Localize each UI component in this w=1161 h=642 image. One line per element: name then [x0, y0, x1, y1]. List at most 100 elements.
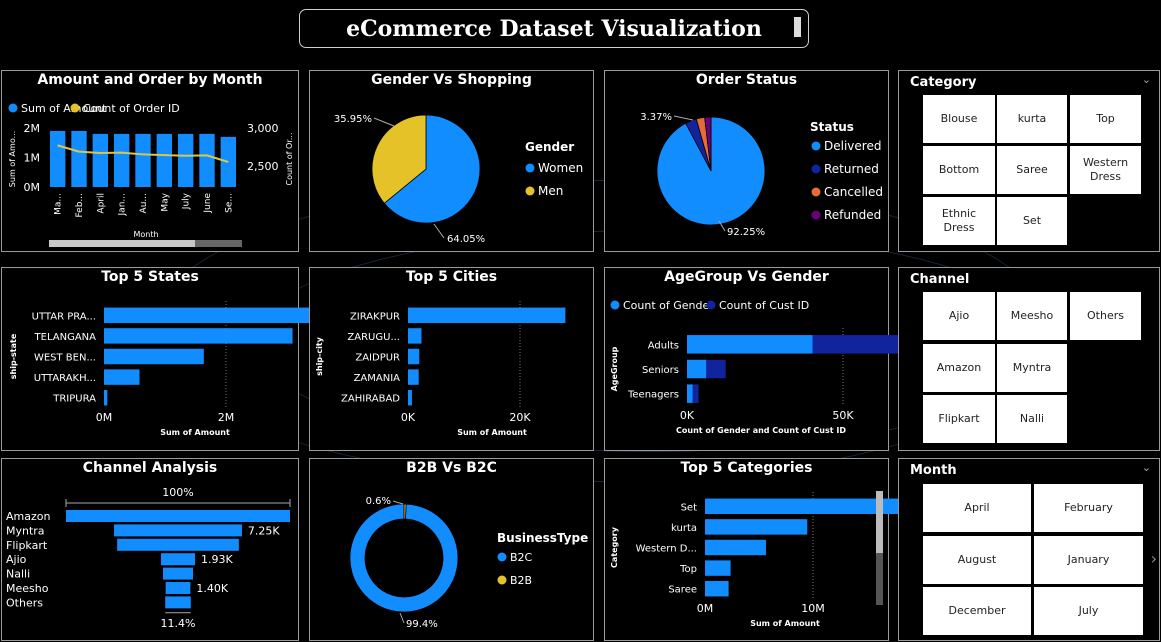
scrollbar-thumb [876, 491, 883, 553]
chart-top5-states[interactable]: Top 5 States 0M 2M UTTAR PRA... TELANGANA WE… [1, 267, 337, 451]
channel-option[interactable]: Flipkart [923, 395, 995, 443]
leader-line [373, 117, 395, 127]
funnel-bar [66, 510, 290, 522]
x-tick-label: June [203, 193, 213, 214]
y-tick-label: ZARUGU... [347, 332, 400, 343]
category-option[interactable]: Western Dress [1070, 146, 1141, 194]
funnel-category-label: Nalli [6, 568, 30, 581]
y2-axis-title: Count of Or... [285, 132, 294, 185]
month-option[interactable]: February [1034, 484, 1143, 532]
status-pie-svg: 92.25% 3.37% Status Delivered Returned Cancel… [640, 112, 883, 238]
scroll-indicator [794, 17, 801, 37]
states-bar-svg: 0M 2M UTTAR PRA... TELANGANA WEST BEN... UTTA… [9, 301, 337, 437]
x-tick-label: April [96, 193, 106, 214]
gender-pie-svg: 64.05% 35.95% Gender Women Men [334, 114, 583, 245]
bar [705, 519, 808, 535]
legend-label: B2B [510, 574, 532, 587]
legend-marker [811, 210, 821, 220]
month-option[interactable]: April [923, 484, 1031, 532]
x-tick-label: 2M [218, 411, 235, 424]
chevron-down-icon[interactable]: ⌄ [1142, 73, 1151, 86]
chart-order-status[interactable]: Order Status 92.25% 3.37% Status Delivered R… [604, 70, 889, 252]
slicer-channel[interactable]: Channel Ajio Meesho Others Amazon Myntra… [898, 267, 1160, 451]
scrollbar-thumb [49, 240, 195, 247]
chevron-right-icon[interactable]: › [1151, 549, 1157, 568]
page-title: eCommerce Dataset Visualization [346, 16, 762, 42]
x-tick-label: Ma... [54, 193, 64, 215]
leader-line [392, 500, 404, 505]
category-option[interactable]: kurta [997, 95, 1067, 143]
chart-channel-analysis[interactable]: Channel Analysis 100% Amazon Myntra 7.25K Fl… [1, 458, 299, 641]
legend-title: BusinessType [497, 531, 588, 545]
channel-option[interactable]: Ajio [923, 292, 995, 340]
channel-option[interactable]: Myntra [997, 344, 1067, 392]
bar [92, 133, 109, 187]
legend-label: B2C [510, 551, 533, 564]
funnel-bar [117, 538, 239, 551]
chart-top5-cities[interactable]: Top 5 Cities 0K 20K ZIRAKPUR ZARUGU... ZAIDP… [309, 267, 594, 451]
y-tick-label: kurta [671, 523, 697, 534]
y-tick-label: Teenagers [627, 390, 679, 401]
channel-option[interactable]: Amazon [923, 344, 995, 392]
chart-top5-categories[interactable]: Top 5 Categories 0M 10M Set kurta Western D.… [604, 458, 918, 641]
y-tick-label: Western D... [636, 544, 697, 555]
bar [104, 389, 108, 406]
y-tick-label: Set [681, 502, 698, 513]
chart-amount-order-month[interactable]: Amount and Order by Month Sum of Amount C… [1, 70, 299, 252]
month-option[interactable]: July [1034, 587, 1143, 635]
month-option[interactable]: December [923, 587, 1031, 635]
month-option[interactable]: August [923, 536, 1031, 584]
funnel-value-label: 1.40K [196, 582, 228, 595]
chart-gender-vs-shopping[interactable]: Gender Vs Shopping 64.05% 35.95% Gender Wom… [309, 70, 594, 252]
agegroup-bar-svg: Count of Gender Count of Cust ID 0K 50K Adul… [610, 299, 939, 435]
data-label: 92.25% [727, 227, 765, 238]
channel-option[interactable]: Nalli [997, 395, 1067, 443]
month-option[interactable]: January [1034, 536, 1143, 584]
chart-b2b-vs-b2c[interactable]: B2B Vs B2C 99.4% 0.6% BusinessType B2C B2B [309, 458, 594, 641]
bar [408, 307, 566, 324]
bar [705, 539, 766, 556]
y-tick-label: ZIRAKPUR [350, 311, 400, 322]
page-title-box: eCommerce Dataset Visualization [299, 9, 809, 48]
funnel-category-label: Flipkart [6, 539, 48, 552]
category-option[interactable]: Ethnic Dress [923, 197, 995, 245]
y-tick-label: Adults [648, 340, 679, 351]
data-label: 99.4% [406, 619, 438, 630]
chart-agegroup-gender[interactable]: AgeGroup Vs Gender Count of Gender Count … [604, 267, 939, 451]
category-option[interactable]: Blouse [923, 95, 995, 143]
chevron-down-icon[interactable]: ⌄ [1142, 461, 1151, 474]
data-label: 64.05% [447, 234, 485, 245]
x-tick-label: 50K [832, 409, 854, 422]
leader-line [399, 612, 405, 624]
channel-option[interactable]: Others [1070, 292, 1141, 340]
category-option[interactable]: Bottom [923, 146, 995, 194]
x-tick-label: May [160, 192, 170, 211]
leader-line [433, 223, 445, 239]
bar [156, 133, 173, 187]
channel-option[interactable]: Meesho [997, 292, 1067, 340]
bar [104, 348, 204, 365]
bar [199, 133, 215, 187]
legend-label: Men [538, 184, 563, 198]
legend-marker [70, 103, 80, 113]
slicer-month[interactable]: Month ⌄ April February August January De… [898, 458, 1160, 641]
category-option[interactable]: Set [997, 197, 1067, 245]
bar [706, 359, 726, 379]
category-option[interactable]: Saree [997, 146, 1067, 194]
bar [104, 307, 337, 324]
category-option[interactable]: Top [1070, 95, 1141, 143]
x-axis-title: Count of Gender and Count of Cust ID [676, 426, 846, 435]
legend-title: Gender [525, 140, 574, 154]
x-tick-label: 10M [801, 602, 825, 615]
bar [692, 384, 699, 403]
y-tick-label: WEST BEN... [34, 353, 96, 364]
y-tick-label: TRIPURA [52, 394, 96, 405]
y-tick-label: ZAMANIA [354, 373, 401, 384]
bar [104, 369, 140, 385]
slicer-category[interactable]: Category ⌄ Blouse kurta Top Bottom Saree… [898, 70, 1160, 252]
legend-marker [497, 575, 507, 585]
funnel-category-label: Ajio [6, 553, 27, 566]
x-tick-label: Feb... [75, 193, 85, 218]
x-tick-label: 0K [680, 409, 695, 422]
y-axis-title: ship-city [315, 336, 324, 376]
